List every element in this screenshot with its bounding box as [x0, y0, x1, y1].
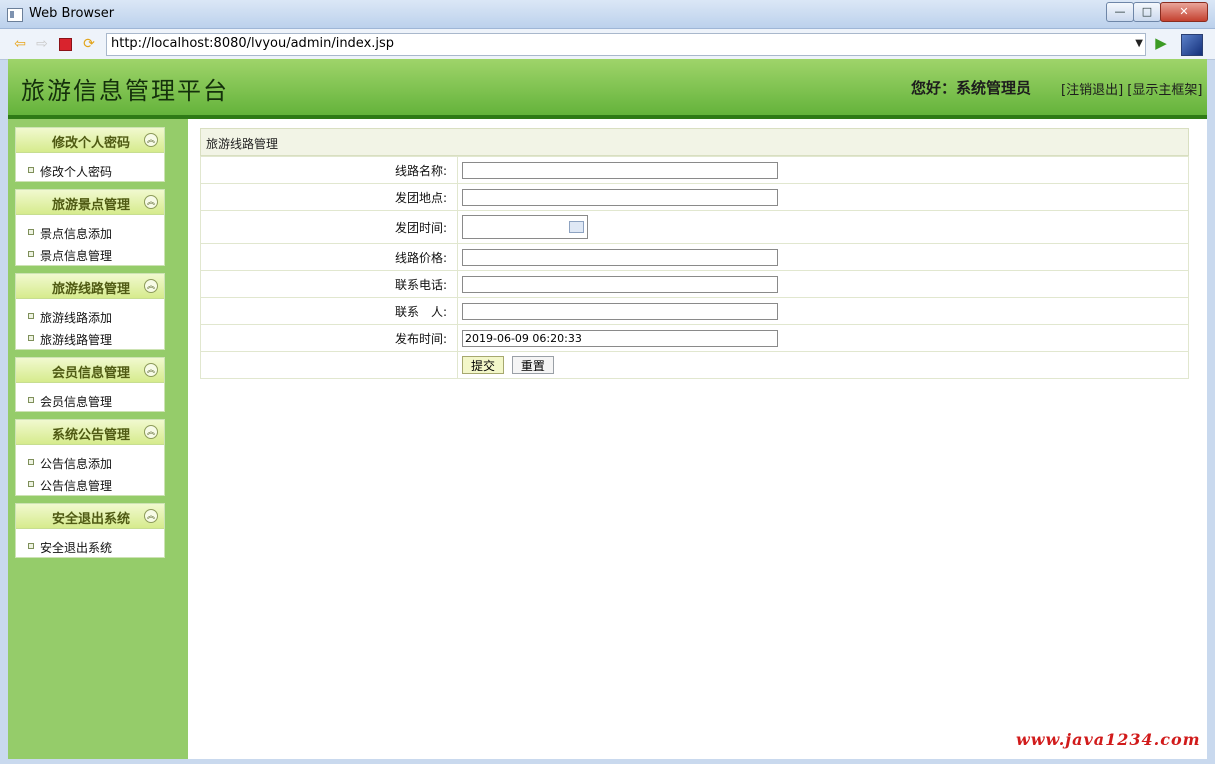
menu-group-title: 修改个人密码: [52, 136, 131, 151]
user-greeting: 您好：系统管理员: [911, 79, 1032, 97]
bullet-icon: [28, 229, 34, 235]
logout-link[interactable]: [注销退出]: [1061, 83, 1123, 98]
sidebar-item-label: 会员信息管理: [40, 395, 113, 409]
site-title: 旅游信息管理平台: [21, 77, 229, 105]
contact-phone-label: 联系电话:: [200, 270, 458, 298]
bullet-icon: [28, 313, 34, 319]
stop-icon[interactable]: [59, 38, 72, 51]
bullet-icon: [28, 481, 34, 487]
departure-place-input[interactable]: [462, 188, 778, 206]
sidebar-item-label: 景点信息添加: [40, 227, 113, 241]
show-main-frame-link[interactable]: [显示主框架]: [1127, 83, 1202, 98]
sidebar-item-change-password[interactable]: 修改个人密码: [16, 159, 164, 181]
menu-group-password: 修改个人密码 ︽ 修改个人密码: [15, 127, 165, 182]
menu-group-logout: 安全退出系统 ︽ 安全退出系统: [15, 503, 165, 558]
bullet-icon: [28, 543, 34, 549]
address-bar[interactable]: http://localhost:8080/lvyou/admin/index.…: [106, 33, 1146, 56]
dropdown-arrow-icon[interactable]: ▼: [1135, 38, 1143, 49]
web-page: 旅游信息管理平台 您好：系统管理员 [注销退出] [显示主框架] 修改个人密码 …: [8, 59, 1207, 759]
window-title: Web Browser: [29, 6, 115, 21]
window-titlebar: Web Browser — □ ✕: [0, 0, 1215, 29]
menu-group-header[interactable]: 旅游景点管理 ︽: [16, 190, 164, 215]
contact-person-input[interactable]: [462, 302, 778, 320]
route-name-input[interactable]: [462, 161, 778, 179]
forward-arrow-icon[interactable]: ⇨: [34, 36, 50, 52]
sidebar-item-attraction-manage[interactable]: 景点信息管理: [16, 243, 164, 265]
menu-group-attractions: 旅游景点管理 ︽ 景点信息添加 景点信息管理: [15, 189, 165, 266]
sidebar-item-label: 景点信息管理: [40, 249, 113, 263]
sidebar-item-member-manage[interactable]: 会员信息管理: [16, 389, 164, 411]
close-button[interactable]: ✕: [1160, 2, 1208, 22]
collapse-icon[interactable]: ︽: [144, 509, 158, 523]
sidebar: 修改个人密码 ︽ 修改个人密码 旅游景点管理 ︽ 景点信息添加 景点信息管理 旅…: [8, 119, 188, 759]
bullet-icon: [28, 397, 34, 403]
submit-button[interactable]: 提交: [462, 356, 505, 374]
sidebar-item-safe-logout[interactable]: 安全退出系统: [16, 535, 164, 557]
sidebar-item-label: 旅游线路管理: [40, 333, 113, 347]
contact-person-label: 联系 人:: [200, 297, 458, 325]
route-price-label: 线路价格:: [200, 243, 458, 271]
publish-time-label: 发布时间:: [200, 324, 458, 352]
departure-time-input[interactable]: [462, 215, 588, 239]
menu-group-routes: 旅游线路管理 ︽ 旅游线路添加 旅游线路管理: [15, 273, 165, 350]
sidebar-item-label: 公告信息管理: [40, 479, 113, 493]
sidebar-item-notice-add[interactable]: 公告信息添加: [16, 451, 164, 473]
menu-group-notices: 系统公告管理 ︽ 公告信息添加 公告信息管理: [15, 419, 165, 496]
watermark-text: www.java1234.com: [1016, 730, 1201, 749]
go-icon[interactable]: ▶: [1153, 35, 1169, 51]
menu-group-title: 旅游线路管理: [52, 282, 131, 297]
menu-group-title: 安全退出系统: [52, 512, 131, 527]
main-content: 旅游线路管理 线路名称: 发团地点: 发团时间: 线路价格: 联系电话: 联系 …: [200, 128, 1189, 379]
collapse-icon[interactable]: ︽: [144, 425, 158, 439]
reset-button[interactable]: 重置: [511, 356, 554, 374]
browser-toolbar: ⇦ ⇨ ⟳ http://localhost:8080/lvyou/admin/…: [0, 29, 1215, 60]
bullet-icon: [28, 167, 34, 173]
back-arrow-icon[interactable]: ⇦: [12, 36, 28, 52]
route-form: 线路名称: 发团地点: 发团时间: 线路价格: 联系电话: 联系 人: 发布时间…: [200, 156, 1189, 379]
form-title: 旅游线路管理: [206, 137, 279, 151]
sidebar-item-route-add[interactable]: 旅游线路添加: [16, 305, 164, 327]
sidebar-item-route-manage[interactable]: 旅游线路管理: [16, 327, 164, 349]
header-links: [注销退出] [显示主框架]: [1061, 79, 1202, 98]
bullet-icon: [28, 251, 34, 257]
bullet-icon: [28, 335, 34, 341]
collapse-icon[interactable]: ︽: [144, 363, 158, 377]
minimize-button[interactable]: —: [1106, 2, 1134, 22]
menu-group-header[interactable]: 旅游线路管理 ︽: [16, 274, 164, 299]
site-header: 旅游信息管理平台 您好：系统管理员 [注销退出] [显示主框架]: [8, 59, 1207, 115]
menu-group-header[interactable]: 修改个人密码 ︽: [16, 128, 164, 153]
route-name-label: 线路名称:: [200, 156, 458, 184]
sidebar-item-label: 安全退出系统: [40, 541, 113, 555]
bullet-icon: [28, 459, 34, 465]
sidebar-item-attraction-add[interactable]: 景点信息添加: [16, 221, 164, 243]
refresh-icon[interactable]: ⟳: [81, 36, 97, 52]
collapse-icon[interactable]: ︽: [144, 279, 158, 293]
sidebar-item-label: 修改个人密码: [40, 165, 113, 179]
menu-group-header[interactable]: 会员信息管理 ︽: [16, 358, 164, 383]
menu-group-header[interactable]: 系统公告管理 ︽: [16, 420, 164, 445]
browser-extension-icon[interactable]: [1181, 34, 1203, 56]
menu-group-members: 会员信息管理 ︽ 会员信息管理: [15, 357, 165, 412]
departure-time-label: 发团时间:: [200, 210, 458, 244]
address-url[interactable]: http://localhost:8080/lvyou/admin/index.…: [111, 36, 394, 51]
menu-group-title: 系统公告管理: [52, 428, 131, 443]
sidebar-item-label: 旅游线路添加: [40, 311, 113, 325]
publish-time-input[interactable]: [462, 329, 778, 347]
menu-group-title: 会员信息管理: [52, 366, 131, 381]
route-price-input[interactable]: [462, 248, 778, 266]
collapse-icon[interactable]: ︽: [144, 195, 158, 209]
form-panel-header: 旅游线路管理: [200, 128, 1189, 156]
menu-group-header[interactable]: 安全退出系统 ︽: [16, 504, 164, 529]
menu-group-title: 旅游景点管理: [52, 198, 131, 213]
departure-place-label: 发团地点:: [200, 183, 458, 211]
browser-app-icon: [7, 8, 23, 22]
contact-phone-input[interactable]: [462, 275, 778, 293]
sidebar-item-label: 公告信息添加: [40, 457, 113, 471]
buttons-row-spacer: [200, 351, 458, 379]
calendar-icon[interactable]: [569, 221, 584, 233]
maximize-button[interactable]: □: [1133, 2, 1161, 22]
sidebar-item-notice-manage[interactable]: 公告信息管理: [16, 473, 164, 495]
collapse-icon[interactable]: ︽: [144, 133, 158, 147]
